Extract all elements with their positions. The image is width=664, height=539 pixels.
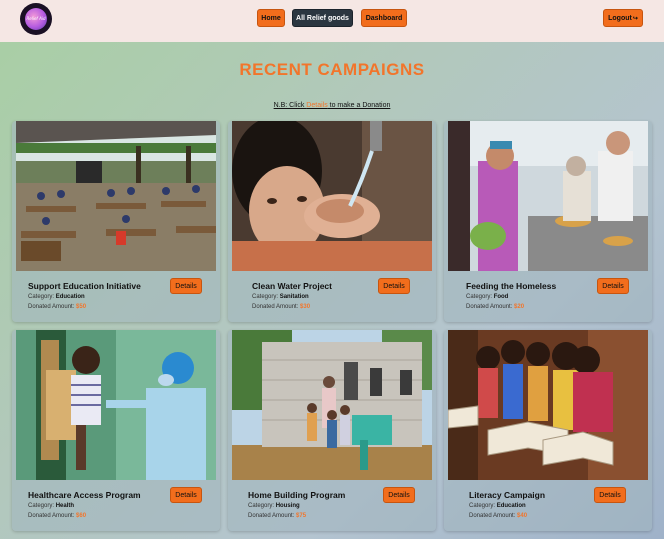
nav-relief-goods-button[interactable]: All Relief goods bbox=[292, 9, 353, 27]
campaign-card: Support Education Initiative Category: E… bbox=[12, 121, 220, 322]
details-button[interactable]: Details bbox=[378, 278, 410, 294]
campaign-card: Healthcare Access Program Category: Heal… bbox=[12, 330, 220, 531]
details-button[interactable]: Details bbox=[594, 487, 626, 503]
campaign-title: Healthcare Access Program bbox=[28, 490, 141, 500]
campaign-category: Category: Sanitation bbox=[252, 294, 309, 300]
page-title: RECENT CAMPAIGNS bbox=[239, 60, 425, 79]
campaign-image-classroom bbox=[16, 121, 216, 271]
campaign-card: Home Building Program Category: Housing … bbox=[228, 330, 436, 531]
logo-text: Relief Aid bbox=[26, 16, 46, 21]
campaign-amount: Donated Amount: $40 bbox=[469, 513, 528, 519]
campaign-title: Clean Water Project bbox=[252, 281, 332, 291]
nav-dashboard-button[interactable]: Dashboard bbox=[361, 9, 407, 27]
campaign-card: Clean Water Project Category: Sanitation… bbox=[228, 121, 436, 322]
details-button[interactable]: Details bbox=[597, 278, 629, 294]
campaign-category: Category: Education bbox=[28, 294, 85, 300]
campaign-title: Home Building Program bbox=[248, 490, 346, 500]
navbar: Relief Aid Home All Relief goods Dashboa… bbox=[0, 0, 664, 42]
campaign-title: Feeding the Homeless bbox=[466, 281, 557, 291]
details-button[interactable]: Details bbox=[170, 278, 202, 294]
logout-label: Logout bbox=[608, 14, 632, 22]
campaign-title: Literacy Campaign bbox=[469, 490, 546, 500]
note-suffix: to make a Donation bbox=[327, 102, 391, 109]
campaign-image-healthcare bbox=[16, 330, 216, 480]
campaign-category: Category: Education bbox=[469, 503, 526, 509]
campaign-image-clean-water bbox=[232, 121, 432, 271]
campaign-title: Support Education Initiative bbox=[28, 281, 141, 291]
logout-icon: ↪ bbox=[632, 15, 638, 22]
donation-note: N.B: Click Details to make a Donation bbox=[0, 102, 664, 109]
campaign-image-feeding bbox=[448, 121, 648, 271]
campaign-category: Category: Housing bbox=[248, 503, 300, 509]
campaign-amount: Donated Amount: $75 bbox=[248, 513, 307, 519]
campaign-amount: Donated Amount: $60 bbox=[28, 513, 87, 519]
campaign-amount: Donated Amount: $20 bbox=[466, 304, 525, 310]
campaign-card: Literacy Campaign Category: Education Do… bbox=[444, 330, 652, 531]
campaign-category: Category: Food bbox=[466, 294, 509, 300]
campaign-image-literacy bbox=[448, 330, 648, 480]
campaign-image-home-building bbox=[232, 330, 432, 480]
logout-button[interactable]: Logout ↪ bbox=[603, 9, 643, 27]
logo[interactable]: Relief Aid bbox=[20, 3, 52, 35]
campaign-amount: Donated Amount: $30 bbox=[252, 304, 311, 310]
logo-emblem: Relief Aid bbox=[25, 8, 47, 30]
campaign-category: Category: Health bbox=[28, 503, 75, 509]
details-button[interactable]: Details bbox=[170, 487, 202, 503]
campaign-amount: Donated Amount: $50 bbox=[28, 304, 87, 310]
note-details-link[interactable]: Details bbox=[306, 102, 327, 109]
details-button[interactable]: Details bbox=[383, 487, 415, 503]
nav-home-button[interactable]: Home bbox=[257, 9, 285, 27]
note-prefix: N.B: Click bbox=[273, 102, 307, 109]
campaign-card: Feeding the Homeless Category: Food Dona… bbox=[444, 121, 652, 322]
